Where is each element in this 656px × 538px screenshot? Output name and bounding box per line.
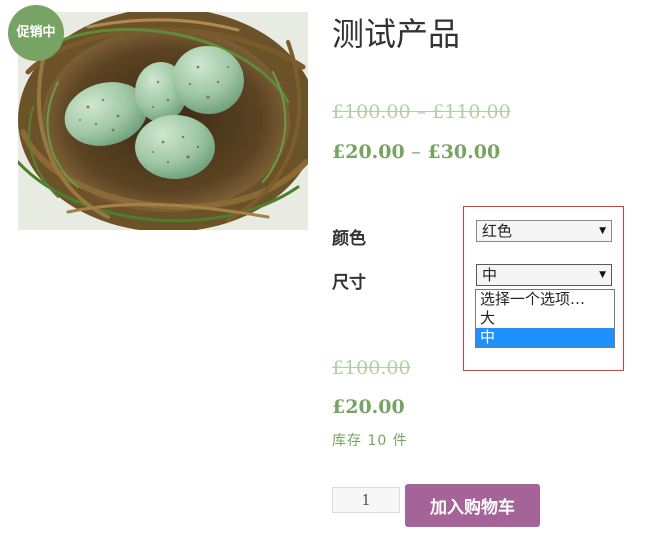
variation-price-regular: £100.00 <box>332 357 411 379</box>
price-range-sale-max: £30.00 <box>427 141 501 163</box>
color-label: 颜色 <box>332 229 366 249</box>
quantity-input[interactable] <box>332 487 400 513</box>
price-range-sale: £20.00 – £30.00 <box>332 139 500 165</box>
variation-price-sale: £20.00 <box>332 396 405 418</box>
color-select[interactable]: 红色 ▼ <box>476 220 612 242</box>
size-select-value: 中 <box>482 266 498 284</box>
price-range-regular: £100.00 – £110.00 <box>332 101 511 123</box>
size-select[interactable]: 中 ▼ <box>476 264 612 286</box>
size-option-placeholder[interactable]: 选择一个选项… <box>476 290 614 309</box>
bird-nest-eggs-photo <box>18 12 308 230</box>
price-range-sale-min: £20.00 <box>332 141 405 163</box>
sale-badge: 促销中 <box>8 5 64 61</box>
stock-status: 库存 10 件 <box>332 433 408 449</box>
size-option-large[interactable]: 大 <box>476 309 614 328</box>
add-to-cart-button[interactable]: 加入购物车 <box>405 484 540 527</box>
size-label: 尺寸 <box>332 273 366 293</box>
price-range-separator: – <box>411 141 421 163</box>
color-select-value: 红色 <box>482 222 513 240</box>
dropdown-arrow-icon: ▼ <box>599 270 606 280</box>
product-image[interactable] <box>18 12 308 230</box>
size-dropdown-list[interactable]: 选择一个选项… 大 中 <box>475 289 615 348</box>
product-title: 测试产品 <box>332 15 461 53</box>
dropdown-arrow-icon: ▼ <box>599 226 606 236</box>
size-option-medium[interactable]: 中 <box>476 328 614 347</box>
